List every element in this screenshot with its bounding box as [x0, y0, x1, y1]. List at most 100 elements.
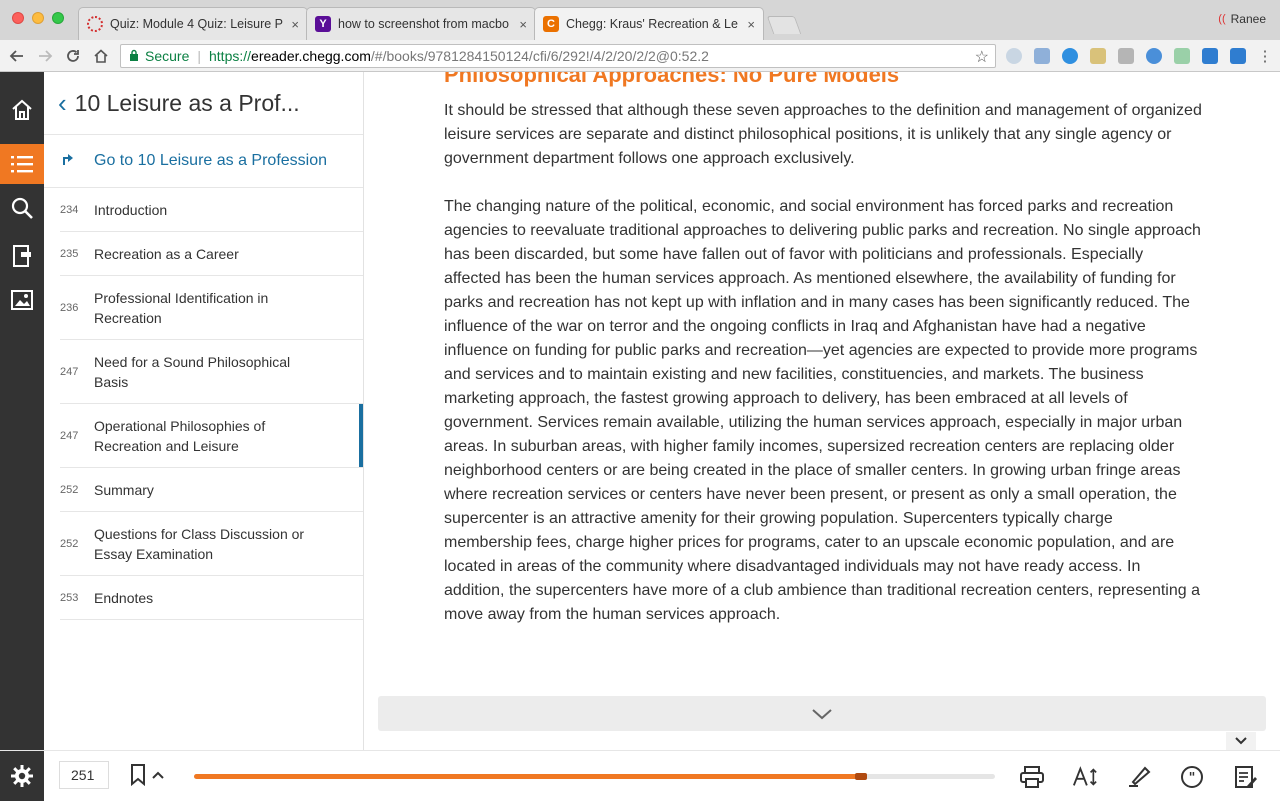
toc-item-label: Professional Identification in Recreatio… [94, 289, 269, 326]
images-nav-button[interactable] [0, 280, 44, 320]
home-icon [12, 99, 32, 120]
toc-item-recreation-career[interactable]: 235 Recreation as a Career [60, 232, 363, 276]
print-button[interactable] [1019, 764, 1045, 790]
flight-extension-icon[interactable] [1034, 48, 1050, 64]
chevron-down-icon [812, 708, 832, 719]
font-size-button[interactable] [1072, 764, 1098, 790]
window-zoom-button[interactable] [52, 12, 64, 24]
profile-button[interactable]: (( Ranee [1218, 12, 1266, 26]
table-of-contents-panel: ‹ 10 Leisure as a Prof... Go to 10 Leisu… [44, 72, 364, 750]
new-tab-button[interactable] [766, 16, 802, 34]
notes-button[interactable] [1233, 764, 1259, 790]
browser-tab-chegg[interactable]: C Chegg: Kraus' Recreation & Le × [534, 7, 764, 40]
address-separator: | [197, 48, 201, 64]
print-icon [1020, 766, 1044, 788]
next-page-button[interactable] [378, 696, 1266, 731]
gear-icon [11, 765, 33, 787]
tab-close-icon[interactable]: × [519, 17, 527, 32]
reader-extension-icon[interactable] [1118, 48, 1134, 64]
notebook-icon [13, 245, 31, 267]
notebook-nav-button[interactable] [0, 236, 44, 276]
url-scheme: https:// [209, 48, 252, 64]
app-nav-rail [0, 72, 44, 800]
toggle-toolbar-button[interactable] [1226, 732, 1256, 750]
chevron-up-icon [152, 771, 164, 779]
address-bar[interactable]: Secure | https:// ereader.chegg.com /#/b… [120, 44, 996, 68]
toc-item-page: 253 [60, 591, 79, 604]
reading-progress-handle[interactable] [854, 773, 867, 780]
skype-extension-icon[interactable] [1006, 48, 1022, 64]
browser-menu-icon[interactable]: ⋮ [1254, 45, 1276, 67]
bookmark-star-icon[interactable]: ☆ [975, 47, 989, 67]
note-extension-icon[interactable] [1090, 48, 1106, 64]
table-of-contents-button[interactable] [0, 144, 44, 184]
go-to-chapter-label: Go to 10 Leisure as a Profession [94, 152, 328, 169]
toc-item-page: 235 [60, 247, 79, 260]
toc-header[interactable]: ‹ 10 Leisure as a Prof... [44, 72, 363, 135]
toc-item-summary[interactable]: 252 Summary [60, 468, 363, 512]
profile-sync-icon: (( [1218, 13, 1226, 25]
quote-bubble-icon: " [1181, 766, 1203, 788]
tab-title: how to screenshot from macbo [338, 17, 509, 31]
forward-arrow-icon[interactable] [34, 45, 56, 67]
window-minimize-button[interactable] [32, 12, 44, 24]
browser-tab-yahoo[interactable]: Y how to screenshot from macbo × [306, 7, 536, 40]
toc-item-label: Need for a Sound Philosophical Basis [94, 353, 291, 390]
image-icon [11, 290, 33, 310]
toc-item-label: Introduction [94, 201, 168, 218]
toc-item-page: 252 [60, 537, 79, 550]
page-number-input[interactable]: 251 [59, 761, 109, 789]
profile-name: Ranee [1230, 12, 1266, 26]
url-path: /#/books/9781284150124/cfi/6/292!/4/2/20… [370, 48, 709, 64]
pen-extension-icon[interactable] [1174, 48, 1190, 64]
chevron-left-icon[interactable]: ‹ [58, 90, 67, 116]
window-close-button[interactable] [12, 12, 24, 24]
toc-item-page: 247 [60, 429, 79, 442]
body-paragraph: The changing nature of the political, ec… [444, 198, 1201, 623]
toc-item-philosophical-basis[interactable]: 247 Need for a Sound Philosophical Basis [60, 340, 363, 404]
lock-icon [129, 49, 139, 64]
toc-item-label: Endnotes [94, 589, 154, 606]
search-nav-button[interactable] [0, 188, 44, 228]
reading-progress-slider[interactable] [194, 773, 995, 780]
toc-item-operational-philosophies[interactable]: 247 Operational Philosophies of Recreati… [60, 404, 363, 468]
share-extension-icon[interactable] [1202, 48, 1218, 64]
feedback-button[interactable]: " [1179, 764, 1205, 790]
share-alt-extension-icon[interactable] [1230, 48, 1246, 64]
chevron-down-icon [1235, 737, 1247, 745]
tab-title: Quiz: Module 4 Quiz: Leisure P [110, 17, 283, 31]
list-icon [11, 156, 33, 173]
toc-item-page: 234 [60, 203, 79, 216]
yahoo-favicon-icon: Y [315, 16, 331, 32]
toc-item-introduction[interactable]: 234 Introduction [60, 188, 363, 232]
tab-close-icon[interactable]: × [291, 17, 299, 32]
quiz-favicon-icon [87, 16, 103, 32]
svg-text:": " [1189, 771, 1196, 786]
back-arrow-icon[interactable] [6, 45, 28, 67]
reader-content[interactable]: Philosophical Approaches: No Pure Models… [365, 72, 1280, 750]
toc-item-page: 247 [60, 365, 79, 378]
secure-label: Secure [145, 48, 190, 64]
browser-tab-strip: Quiz: Module 4 Quiz: Leisure P × Y how t… [0, 0, 1280, 40]
toc-item-page: 252 [60, 483, 79, 496]
sync-extension-icon[interactable] [1146, 48, 1162, 64]
text-size-icon [1072, 766, 1097, 786]
tab-close-icon[interactable]: × [747, 17, 755, 32]
toc-item-professional-identification[interactable]: 236 Professional Identification in Recre… [60, 276, 363, 340]
settings-button[interactable] [0, 751, 44, 801]
check-extension-icon[interactable] [1062, 48, 1078, 64]
browser-tab-quiz[interactable]: Quiz: Module 4 Quiz: Leisure P × [78, 7, 308, 40]
toc-item-questions[interactable]: 252 Questions for Class Discussion or Es… [60, 512, 363, 576]
highlight-button[interactable] [1126, 764, 1152, 790]
bookmark-button[interactable] [130, 764, 164, 786]
toc-item-label: Summary [94, 481, 154, 498]
reload-icon[interactable] [62, 45, 84, 67]
browser-toolbar: Secure | https:// ereader.chegg.com /#/b… [0, 40, 1280, 72]
toc-chapter-title: 10 Leisure as a Prof... [74, 89, 300, 116]
goto-arrow-icon [62, 152, 74, 170]
home-nav-button[interactable] [0, 90, 44, 130]
go-to-chapter-link[interactable]: Go to 10 Leisure as a Profession [44, 135, 363, 188]
chegg-favicon-icon: C [543, 16, 559, 32]
home-icon[interactable] [90, 45, 112, 67]
toc-item-endnotes[interactable]: 253 Endnotes [60, 576, 363, 620]
